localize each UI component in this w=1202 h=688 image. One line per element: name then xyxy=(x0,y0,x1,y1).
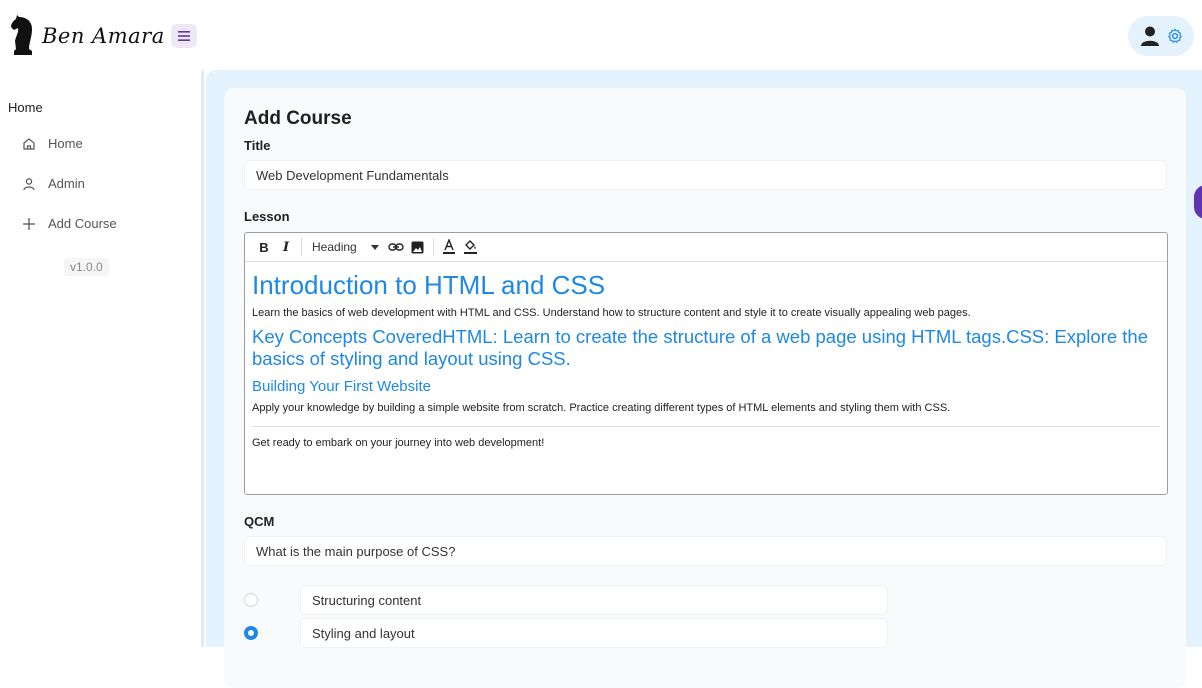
settings-gear-icon xyxy=(1168,28,1182,43)
editor-toolbar: B I Heading xyxy=(245,233,1167,262)
sidebar-item-label: Home xyxy=(48,136,83,151)
title-input[interactable]: Web Development Fundamentals xyxy=(244,160,1167,190)
caret-down-icon xyxy=(370,244,379,250)
lesson-paragraph: Apply your knowledge by building a simpl… xyxy=(252,402,951,414)
toolbar-divider xyxy=(301,238,302,256)
option-input[interactable]: Styling and layout xyxy=(300,618,888,648)
sidebar-divider xyxy=(201,70,204,647)
sidebar-item-home[interactable]: Home xyxy=(22,136,83,151)
brand-name: Ben Amara xyxy=(42,24,165,48)
highlight-color-button[interactable] xyxy=(460,236,482,258)
sidebar-item-label: Admin xyxy=(48,176,85,191)
page-title: Add Course xyxy=(244,108,352,129)
option-input[interactable]: Structuring content xyxy=(300,585,888,615)
add-course-card: Add Course Title Web Development Fundame… xyxy=(224,88,1186,688)
italic-button[interactable]: I xyxy=(275,236,297,258)
sidebar-item-label: Add Course xyxy=(48,216,117,231)
option-radio-selected[interactable] xyxy=(244,626,258,640)
sidebar: Home Home Admin Add Course v1.0.0 xyxy=(0,68,200,647)
plus-icon xyxy=(22,217,36,231)
insert-image-button[interactable] xyxy=(407,236,429,258)
menu-icon xyxy=(178,31,190,41)
heading-select-value: Heading xyxy=(312,240,357,254)
lesson-rich-text-editor[interactable]: B I Heading Introduction to HTML and CSS… xyxy=(244,232,1168,495)
profile-menu-button[interactable] xyxy=(1128,16,1194,56)
qcm-option-row: Styling and layout xyxy=(244,618,888,648)
fill-color-icon xyxy=(464,240,478,254)
version-badge: v1.0.0 xyxy=(64,258,109,276)
qcm-label: QCM xyxy=(244,514,275,529)
sidebar-section-title: Home xyxy=(8,100,43,115)
lesson-label: Lesson xyxy=(244,209,290,224)
heading-select[interactable]: Heading xyxy=(306,236,385,258)
main-content: Add Course Title Web Development Fundame… xyxy=(206,70,1202,688)
title-label: Title xyxy=(244,138,271,153)
lesson-heading-1: Introduction to HTML and CSS xyxy=(252,270,606,300)
lesson-paragraph: Get ready to embark on your journey into… xyxy=(252,437,545,449)
insert-link-button[interactable] xyxy=(385,236,407,258)
home-icon xyxy=(22,137,36,151)
toolbar-divider xyxy=(432,238,434,256)
image-icon xyxy=(411,241,424,253)
text-color-icon xyxy=(442,239,455,254)
option-radio[interactable] xyxy=(244,593,258,607)
menu-toggle-button[interactable] xyxy=(171,24,197,48)
brand-logo[interactable]: Ben Amara xyxy=(8,14,165,58)
sidebar-item-admin[interactable]: Admin xyxy=(22,176,85,191)
top-bar: Ben Amara xyxy=(0,0,1202,68)
lesson-heading-3: Building Your First Website xyxy=(252,378,431,395)
knight-chess-icon xyxy=(11,15,32,55)
avatar-icon xyxy=(1141,26,1159,46)
floating-action-button[interactable] xyxy=(1194,185,1202,219)
lesson-heading-2: Key Concepts CoveredHTML: Learn to creat… xyxy=(252,326,1148,369)
lesson-divider xyxy=(252,426,1160,427)
user-icon xyxy=(22,177,36,191)
editor-content[interactable]: Introduction to HTML and CSS Learn the b… xyxy=(245,262,1167,459)
qcm-question-input[interactable]: What is the main purpose of CSS? xyxy=(244,536,1167,566)
bold-button[interactable]: B xyxy=(253,236,275,258)
link-icon xyxy=(388,243,404,251)
sidebar-item-add-course[interactable]: Add Course xyxy=(22,216,117,231)
qcm-option-row: Structuring content xyxy=(244,585,888,615)
lesson-paragraph: Learn the basics of web development with… xyxy=(252,307,971,319)
text-color-button[interactable] xyxy=(438,236,460,258)
